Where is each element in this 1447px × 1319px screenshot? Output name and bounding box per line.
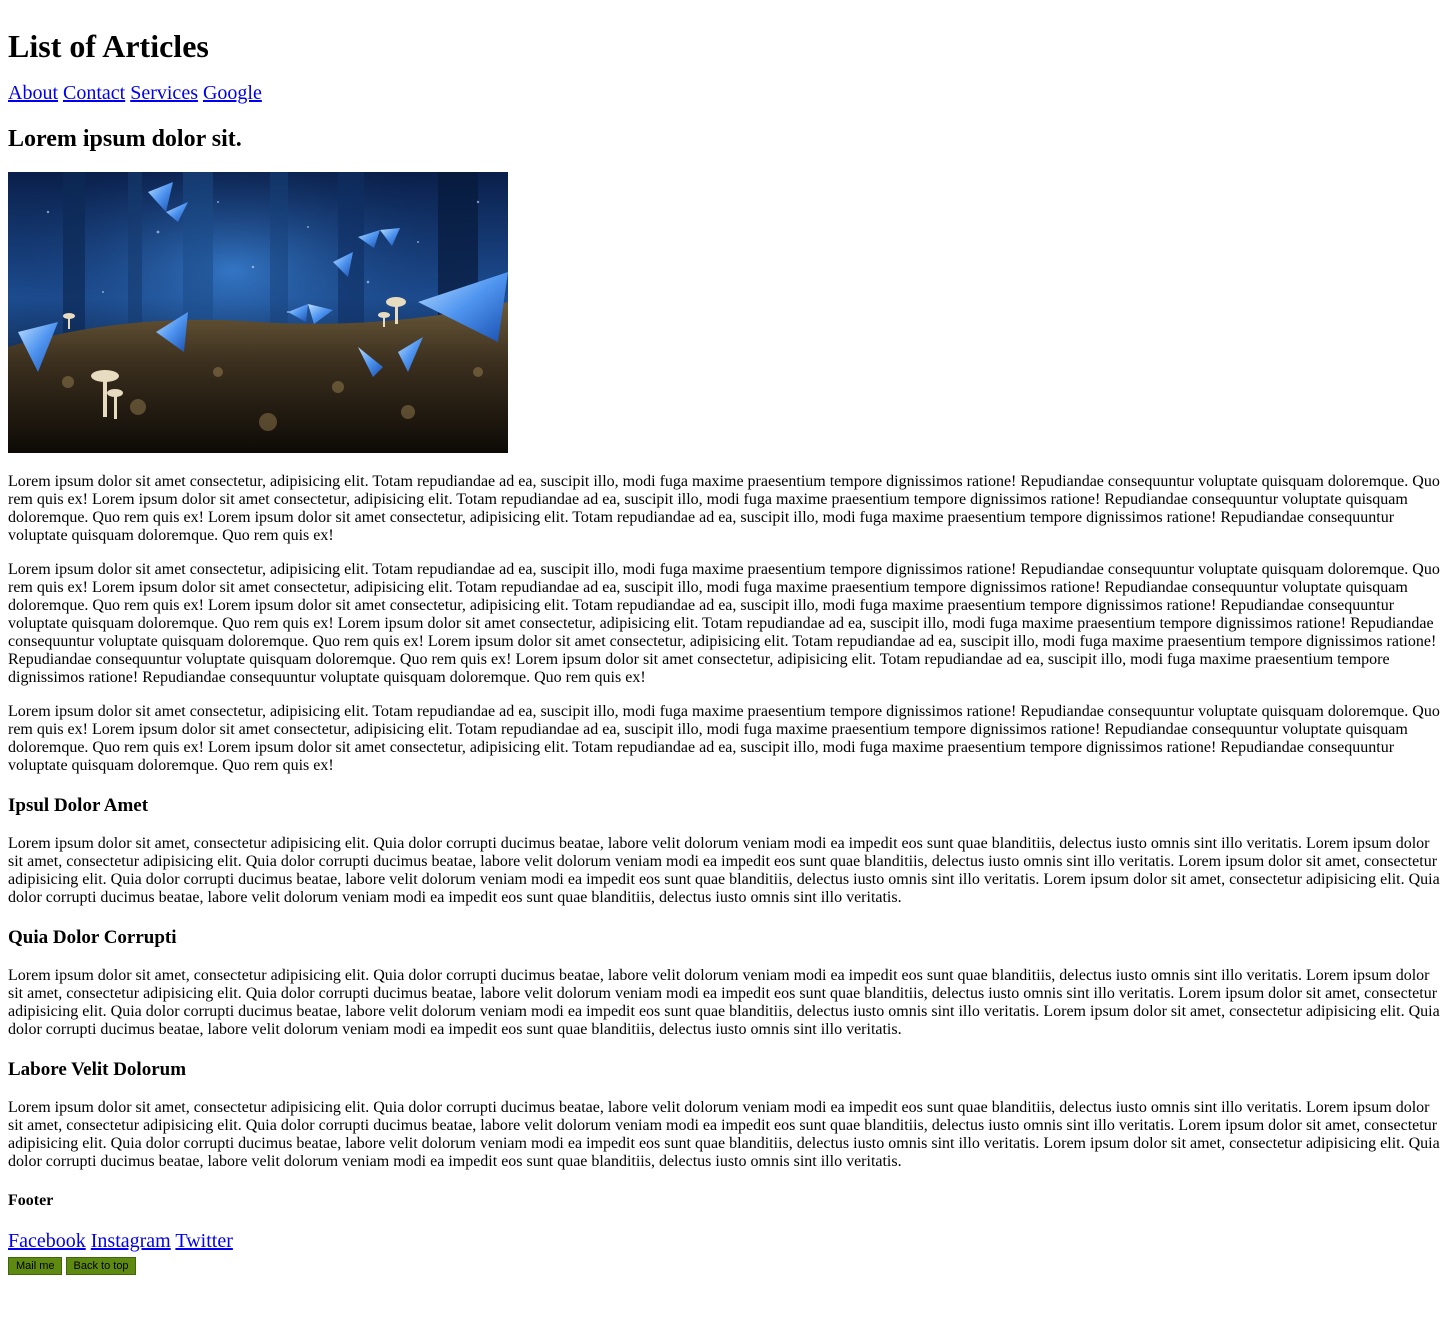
nav-link-about[interactable]: About — [8, 82, 58, 104]
section-text-quia-dolor-corrupti: Lorem ipsum dolor sit amet, consectetur … — [8, 967, 1440, 1038]
article-title: Lorem ipsum dolor sit. — [8, 126, 242, 152]
butterflies-and-mushrooms-image — [8, 172, 508, 453]
page-footer: Footer Facebook Instagram Twitter Mail m… — [8, 1192, 1440, 1275]
footer-heading: Footer — [8, 1192, 54, 1209]
section-heading-ipsul-dolor-amet: Ipsul Dolor Amet — [8, 795, 149, 816]
article-paragraph-2: Lorem ipsum dolor sit amet consectetur, … — [8, 561, 1440, 686]
nav-link-contact[interactable]: Contact — [63, 82, 125, 104]
footer-buttons: Mail me Back to top — [8, 1257, 1440, 1275]
section-text-labore-velit-dolorum: Lorem ipsum dolor sit amet, consectetur … — [8, 1099, 1440, 1170]
nav-link-google[interactable]: Google — [203, 82, 262, 104]
footer-link-twitter[interactable]: Twitter — [175, 1230, 232, 1252]
social-links: Facebook Instagram Twitter — [8, 1230, 1440, 1253]
main-nav: About Contact Services Google — [8, 82, 1440, 105]
section-text-ipsul-dolor-amet: Lorem ipsum dolor sit amet, consectetur … — [8, 835, 1440, 906]
footer-link-instagram[interactable]: Instagram — [91, 1230, 171, 1252]
mail-me-button[interactable]: Mail me — [8, 1257, 62, 1275]
section-heading-quia-dolor-corrupti: Quia Dolor Corrupti — [8, 927, 177, 948]
nav-link-services[interactable]: Services — [130, 82, 198, 104]
article-paragraph-3: Lorem ipsum dolor sit amet consectetur, … — [8, 703, 1440, 774]
article-paragraph-1: Lorem ipsum dolor sit amet consectetur, … — [8, 473, 1440, 544]
section-heading-labore-velit-dolorum: Labore Velit Dolorum — [8, 1059, 187, 1080]
footer-link-facebook[interactable]: Facebook — [8, 1230, 86, 1252]
page-title: List of Articles — [8, 28, 209, 64]
back-to-top-button[interactable]: Back to top — [65, 1257, 136, 1275]
